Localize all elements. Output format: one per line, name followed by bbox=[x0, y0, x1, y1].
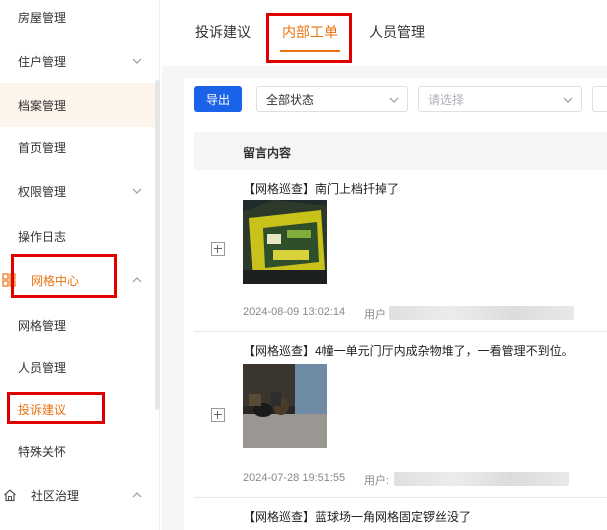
sidebar-item-archives[interactable]: 档案管理 bbox=[0, 83, 156, 127]
sidebar-item-label: 特殊关怀 bbox=[18, 444, 67, 459]
row-date: 2024-08-09 13:02:14 bbox=[243, 306, 346, 318]
sidebar-item-label: 网格管理 bbox=[18, 318, 67, 333]
sidebar-item-label: 住户管理 bbox=[18, 54, 67, 69]
chevron-down-icon bbox=[132, 188, 142, 194]
sidebar-item-label: 操作日志 bbox=[18, 229, 67, 244]
sidebar-item-complaints[interactable]: 投诉建议 bbox=[0, 387, 156, 431]
sidebar-item-label: 投诉建议 bbox=[18, 402, 67, 417]
sidebar: 房屋管理 住户管理 档案管理 首页管理 权限管理 操作日志 网格中心 网格管理 … bbox=[0, 0, 160, 530]
sidebar-item-label: 首页管理 bbox=[18, 140, 67, 155]
row-title: 【网格巡查】4幢一单元门厅内成杂物堆了，一看管理不到位。 bbox=[243, 344, 574, 358]
table-row: 【网格巡查】蓝球场一角网格固定锣丝没了 bbox=[194, 498, 607, 530]
row-user-label: 用户: bbox=[364, 475, 390, 487]
row-user-label: 用户 bbox=[364, 309, 386, 321]
table-header: 留言内容 bbox=[194, 132, 607, 170]
chevron-down-icon bbox=[563, 97, 573, 103]
photo-thumbnail[interactable] bbox=[243, 200, 327, 284]
sidebar-item-grid-center[interactable]: 网格中心 bbox=[0, 258, 156, 302]
grid-icon bbox=[2, 273, 16, 287]
sidebar-scrollbar[interactable] bbox=[155, 80, 160, 410]
sidebar-item-housing[interactable]: 房屋管理 bbox=[0, 0, 156, 39]
sidebar-item-label: 网格中心 bbox=[31, 273, 80, 288]
chevron-down-icon bbox=[132, 58, 142, 64]
sidebar-item-label: 社区治理 bbox=[31, 488, 80, 503]
photo-hallway-image bbox=[243, 364, 327, 448]
status-select-value: 全部状态 bbox=[266, 92, 315, 107]
sidebar-item-label: 档案管理 bbox=[18, 98, 67, 113]
sidebar-item-special-care[interactable]: 特殊关怀 bbox=[0, 429, 156, 473]
list-panel: 导出 全部状态 请选择 留言内容 【网格巡查】南门上档扦掉了 2024-08-0… bbox=[184, 78, 607, 530]
export-button[interactable]: 导出 bbox=[194, 86, 242, 112]
tab-active-underline bbox=[280, 50, 340, 52]
expand-icon[interactable] bbox=[211, 242, 225, 256]
tab-personnel[interactable]: 人员管理 bbox=[369, 22, 425, 42]
sidebar-item-residents[interactable]: 住户管理 bbox=[0, 39, 156, 83]
sidebar-item-homepage[interactable]: 首页管理 bbox=[0, 125, 156, 169]
tab-bar: 投诉建议 内部工单 人员管理 bbox=[162, 0, 607, 66]
column-header-message: 留言内容 bbox=[243, 146, 292, 160]
sidebar-item-label: 房屋管理 bbox=[18, 10, 67, 25]
tab-complaints[interactable]: 投诉建议 bbox=[195, 22, 251, 42]
row-date: 2024-07-28 19:51:55 bbox=[243, 472, 346, 484]
sidebar-item-community-governance[interactable]: 社区治理 bbox=[0, 473, 156, 517]
chevron-down-icon bbox=[389, 97, 399, 103]
home-icon bbox=[4, 489, 16, 502]
sidebar-item-grid-management[interactable]: 网格管理 bbox=[0, 303, 156, 347]
redacted-user-info bbox=[389, 306, 574, 320]
row-title: 【网格巡查】蓝球场一角网格固定锣丝没了 bbox=[243, 510, 472, 524]
table-row: 【网格巡查】南门上档扦掉了 2024-08-09 13:02:14 用户 bbox=[194, 170, 607, 332]
photo-sign-image bbox=[243, 200, 327, 284]
sidebar-item-personnel[interactable]: 人员管理 bbox=[0, 345, 156, 389]
filter-select-placeholder: 请选择 bbox=[428, 92, 465, 107]
row-title: 【网格巡查】南门上档扦掉了 bbox=[243, 182, 400, 196]
sidebar-item-label: 人员管理 bbox=[18, 360, 67, 375]
tab-internal-orders[interactable]: 内部工单 bbox=[282, 22, 338, 42]
chevron-up-icon bbox=[132, 492, 142, 498]
photo-thumbnail[interactable] bbox=[243, 364, 327, 448]
table-row: 【网格巡查】4幢一单元门厅内成杂物堆了，一看管理不到位。 2024-07-28 … bbox=[194, 332, 607, 498]
chevron-up-icon bbox=[132, 277, 142, 283]
sidebar-item-label: 权限管理 bbox=[18, 184, 67, 199]
redacted-user-info bbox=[394, 472, 569, 486]
status-select[interactable]: 全部状态 bbox=[256, 86, 408, 112]
sidebar-item-permissions[interactable]: 权限管理 bbox=[0, 169, 156, 213]
sidebar-item-operation-log[interactable]: 操作日志 bbox=[0, 214, 156, 258]
expand-icon[interactable] bbox=[211, 408, 225, 422]
main-content: 投诉建议 内部工单 人员管理 导出 全部状态 请选择 留言内容 【网格巡查】南门… bbox=[162, 0, 607, 530]
extra-select[interactable] bbox=[592, 86, 607, 112]
filter-select[interactable]: 请选择 bbox=[418, 86, 582, 112]
